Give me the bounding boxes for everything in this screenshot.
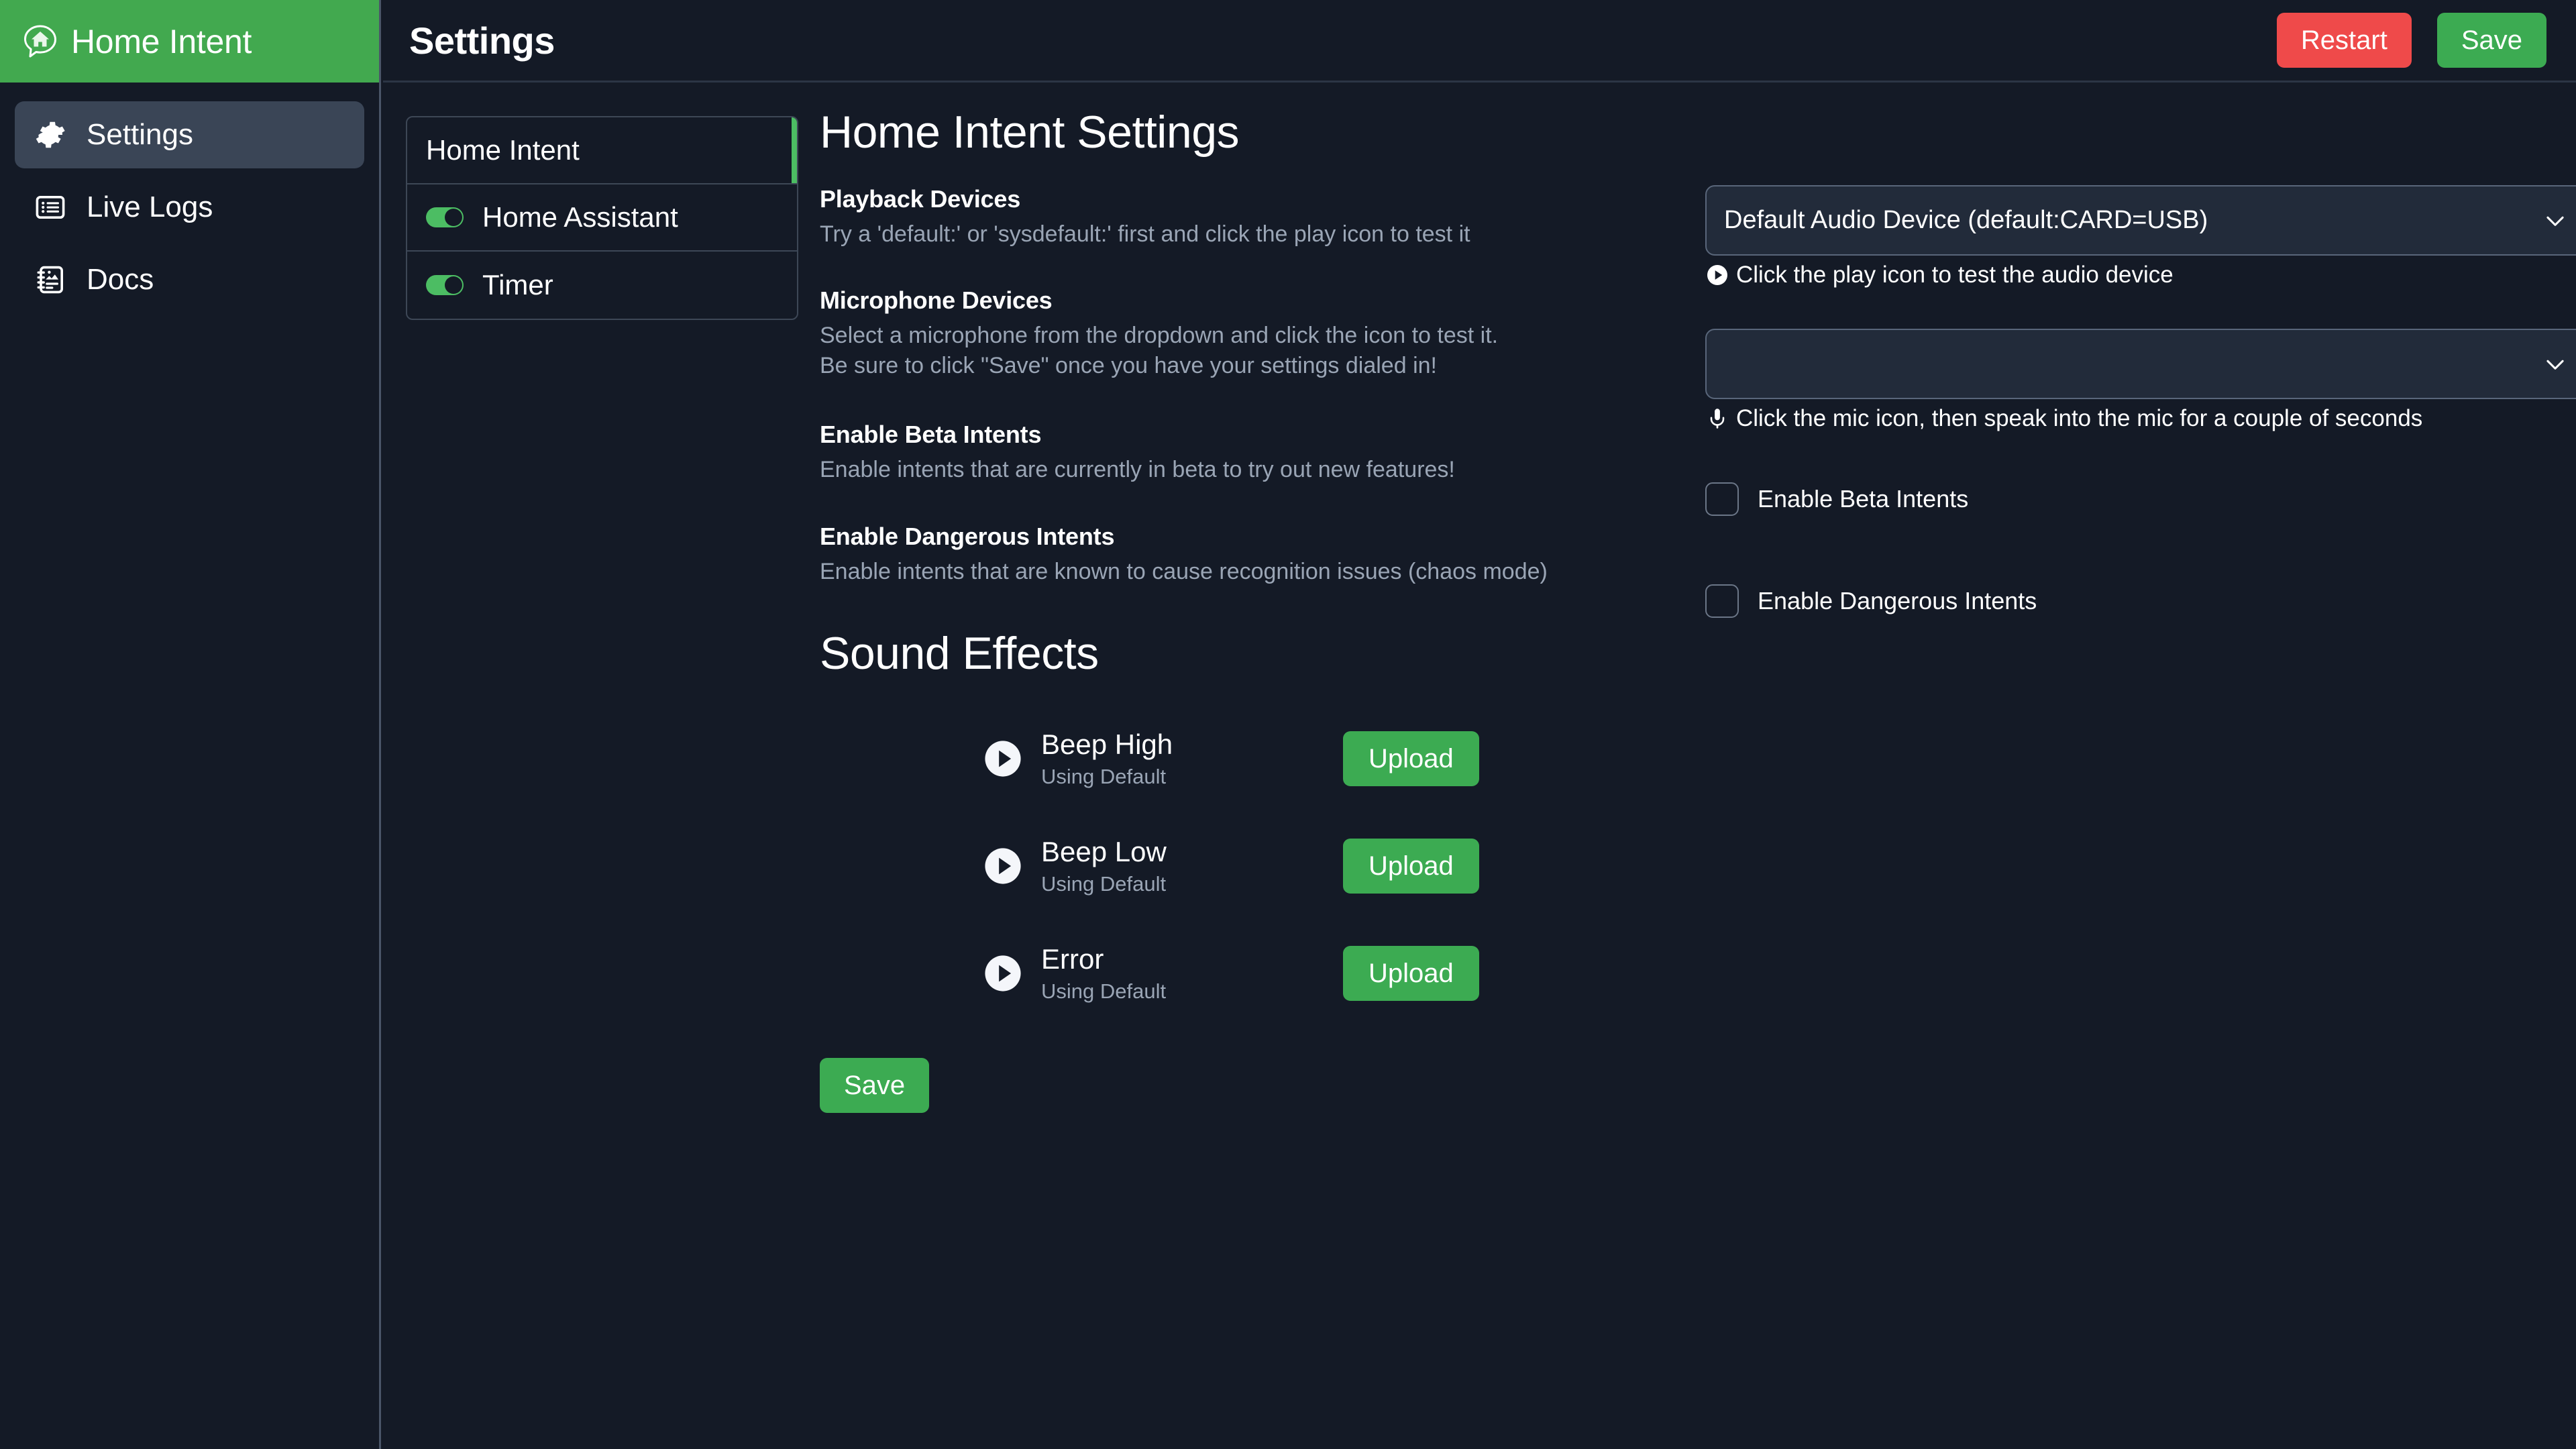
sound-effect-info: Beep High Using Default bbox=[1041, 729, 1343, 789]
sidebar-item-label: Live Logs bbox=[87, 193, 213, 222]
notebook-icon bbox=[34, 264, 66, 296]
playback-hint: Click the play icon to test the audio de… bbox=[1705, 262, 2576, 288]
sidebar-item-docs[interactable]: Docs bbox=[15, 246, 364, 313]
beta-intents-label: Enable Beta Intents bbox=[1758, 485, 1968, 513]
sound-effects-section: Sound Effects Beep High Using Default Up… bbox=[820, 627, 2576, 1113]
list-item-label: Home Assistant bbox=[482, 201, 678, 233]
sound-effect-name: Beep High bbox=[1041, 729, 1343, 761]
toggle-home-assistant[interactable] bbox=[426, 207, 464, 227]
sidebar-item-live-logs[interactable]: Live Logs bbox=[15, 174, 364, 241]
playback-device-select[interactable]: Default Audio Device (default:CARD=USB) bbox=[1705, 185, 2576, 256]
upload-button[interactable]: Upload bbox=[1343, 839, 1479, 894]
sound-effect-row: Error Using Default Upload bbox=[820, 920, 2576, 1027]
sound-effect-name: Beep Low bbox=[1041, 836, 1343, 868]
list-item-home-assistant[interactable]: Home Assistant bbox=[407, 184, 797, 252]
play-circle-icon[interactable] bbox=[983, 739, 1022, 778]
dangerous-intents-label: Enable Dangerous Intents bbox=[1758, 587, 2037, 615]
sound-effect-info: Beep Low Using Default bbox=[1041, 836, 1343, 896]
sound-effect-info: Error Using Default bbox=[1041, 943, 1343, 1004]
sidebar-item-label: Docs bbox=[87, 265, 154, 294]
main-heading: Home Intent Settings bbox=[820, 106, 2576, 158]
microphone-device-select-wrap bbox=[1705, 329, 2576, 399]
sound-effect-status: Using Default bbox=[1041, 765, 1343, 789]
dangerous-intents-checkbox-row[interactable]: Enable Dangerous Intents bbox=[1705, 584, 2576, 618]
component-list-panel: Home Intent Home Assistant Timer bbox=[406, 116, 798, 320]
main-content: Home Intent Settings Playback Devices Tr… bbox=[820, 106, 2576, 1113]
top-bar: Settings Restart Save bbox=[383, 0, 2576, 83]
page-title: Settings bbox=[409, 19, 555, 62]
app-root: Home Intent Settings bbox=[0, 0, 2576, 1449]
upload-button[interactable]: Upload bbox=[1343, 946, 1479, 1001]
gear-icon bbox=[34, 119, 66, 151]
list-item-home-intent[interactable]: Home Intent bbox=[407, 117, 797, 184]
toggle-timer[interactable] bbox=[426, 275, 464, 295]
microphone-icon[interactable] bbox=[1705, 407, 1729, 431]
restart-button[interactable]: Restart bbox=[2277, 13, 2412, 68]
home-chat-bubble-icon bbox=[23, 24, 58, 59]
sound-effect-name: Error bbox=[1041, 943, 1343, 975]
sound-effect-row: Beep High Using Default Upload bbox=[820, 705, 2576, 812]
sound-effects-heading: Sound Effects bbox=[820, 627, 2576, 680]
brand-title: Home Intent bbox=[71, 22, 252, 61]
playback-device-select-wrap: Default Audio Device (default:CARD=USB) bbox=[1705, 185, 2576, 256]
list-item-timer[interactable]: Timer bbox=[407, 252, 797, 319]
save-button-bottom[interactable]: Save bbox=[820, 1058, 929, 1113]
playback-hint-text: Click the play icon to test the audio de… bbox=[1736, 262, 2174, 288]
list-item-label: Home Intent bbox=[426, 134, 580, 166]
upload-button[interactable]: Upload bbox=[1343, 731, 1479, 786]
sidebar-nav: Settings Live Logs bbox=[0, 83, 379, 313]
beta-intents-checkbox[interactable] bbox=[1705, 482, 1739, 516]
save-button-top[interactable]: Save bbox=[2437, 13, 2546, 68]
brand-header[interactable]: Home Intent bbox=[0, 0, 379, 83]
sound-effect-status: Using Default bbox=[1041, 979, 1343, 1004]
sidebar-item-label: Settings bbox=[87, 120, 193, 150]
beta-intents-checkbox-row[interactable]: Enable Beta Intents bbox=[1705, 482, 2576, 516]
sound-effect-status: Using Default bbox=[1041, 872, 1343, 896]
play-circle-icon[interactable] bbox=[983, 847, 1022, 885]
dangerous-intents-checkbox[interactable] bbox=[1705, 584, 1739, 618]
play-circle-icon[interactable] bbox=[983, 954, 1022, 993]
list-item-label: Timer bbox=[482, 269, 553, 301]
settings-controls-column: Default Audio Device (default:CARD=USB) bbox=[1705, 185, 2576, 618]
microphone-device-select[interactable] bbox=[1705, 329, 2576, 399]
sidebar-item-settings[interactable]: Settings bbox=[15, 101, 364, 168]
list-box-icon bbox=[34, 191, 66, 223]
microphone-hint-text: Click the mic icon, then speak into the … bbox=[1736, 405, 2422, 432]
play-circle-icon[interactable] bbox=[1705, 263, 1729, 287]
sound-effect-row: Beep Low Using Default Upload bbox=[820, 812, 2576, 920]
microphone-hint: Click the mic icon, then speak into the … bbox=[1705, 405, 2576, 432]
settings-grid: Playback Devices Try a 'default:' or 'sy… bbox=[820, 185, 2576, 587]
sidebar: Home Intent Settings bbox=[0, 0, 381, 1449]
topbar-actions: Restart Save bbox=[2277, 13, 2546, 68]
